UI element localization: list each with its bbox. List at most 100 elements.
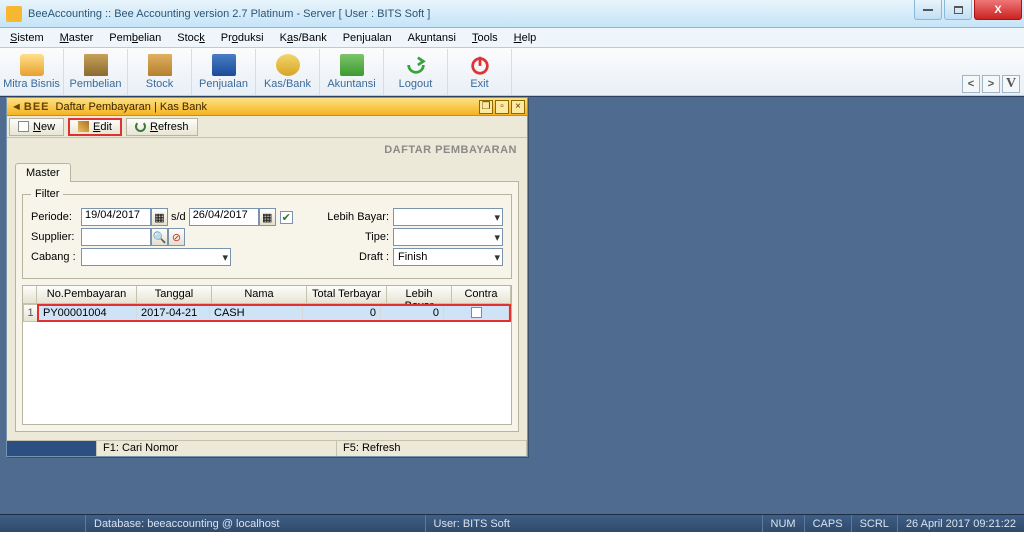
filter-legend: Filter	[31, 188, 63, 200]
row-index: 1	[23, 304, 37, 322]
cell-contra	[444, 306, 509, 320]
grid-corner	[23, 286, 37, 304]
mdi-workspace: ◄ BEE Daftar Pembayaran | Kas Bank ❐ ▫ ×…	[0, 96, 1024, 532]
tool-pembelian[interactable]: Pembelian	[64, 49, 128, 95]
periode-from-calendar-button[interactable]: ▦	[151, 208, 168, 226]
calendar-icon: ▦	[262, 211, 272, 224]
bag-icon	[212, 54, 236, 76]
col-total-terbayar[interactable]: Total Terbayar	[307, 286, 387, 304]
menu-penjualan[interactable]: Penjualan	[335, 30, 400, 46]
status-spacer	[0, 515, 85, 532]
minimize-button[interactable]	[914, 0, 942, 20]
box-icon	[84, 54, 108, 76]
main-toolbar: Mitra Bisnis Pembelian Stock Penjualan K…	[0, 48, 1024, 96]
tool-kasbank[interactable]: Kas/Bank	[256, 49, 320, 95]
nav-prev-button[interactable]: <	[962, 75, 980, 93]
subwindow-statusbar: F1: Cari Nomor F5: Refresh	[7, 440, 527, 456]
tool-exit[interactable]: Exit	[448, 49, 512, 95]
col-nama[interactable]: Nama	[212, 286, 307, 304]
supplier-search-button[interactable]: 🔍	[151, 228, 168, 246]
view-toggle-button[interactable]: V	[1002, 75, 1020, 93]
menu-stock[interactable]: Stock	[169, 30, 213, 46]
cancel-icon: ⊘	[172, 231, 181, 244]
window-titlebar: BeeAccounting :: Bee Accounting version …	[0, 0, 1024, 28]
checkbox-icon	[471, 307, 482, 318]
lebih-bayar-select[interactable]	[393, 208, 503, 226]
status-seg-blue	[7, 441, 97, 456]
pencil-icon	[78, 121, 89, 132]
cell-lebih: 0	[381, 306, 444, 320]
table-row[interactable]: 1 PY00001004 2017-04-21 CASH 0 0	[23, 304, 511, 322]
checkbox-icon	[18, 121, 29, 132]
menu-produksi[interactable]: Produksi	[213, 30, 272, 46]
periode-to-calendar-button[interactable]: ▦	[259, 208, 276, 226]
new-button[interactable]: New	[9, 118, 64, 136]
periode-from-input[interactable]: 19/04/2017	[81, 208, 151, 226]
col-lebih-bayar[interactable]: Lebih Bayar	[387, 286, 452, 304]
col-tanggal[interactable]: Tanggal	[137, 286, 212, 304]
daftar-pembayaran-window: ◄ BEE Daftar Pembayaran | Kas Bank ❐ ▫ ×…	[6, 97, 528, 457]
calendar-icon: ▦	[154, 211, 164, 224]
search-icon: 🔍	[153, 231, 167, 244]
main-statusbar: Database: beeaccounting @ localhost User…	[0, 514, 1024, 532]
supplier-clear-button[interactable]: ⊘	[168, 228, 185, 246]
tab-panel: Filter Periode: 19/04/2017 ▦ s/d 26/04/2…	[15, 181, 519, 432]
cabang-label: Cabang :	[31, 251, 81, 263]
tool-akuntansi[interactable]: Akuntansi	[320, 49, 384, 95]
filter-fieldset: Filter Periode: 19/04/2017 ▦ s/d 26/04/2…	[22, 188, 512, 279]
chart-icon	[340, 54, 364, 76]
nav-next-button[interactable]: >	[982, 75, 1000, 93]
menu-kasbank[interactable]: Kas/Bank	[272, 30, 335, 46]
handshake-icon	[20, 54, 44, 76]
periode-label: Periode:	[31, 211, 81, 223]
col-contra[interactable]: Contra	[452, 286, 511, 304]
col-no-pembayaran[interactable]: No.Pembayaran	[37, 286, 137, 304]
window-title: BeeAccounting :: Bee Accounting version …	[28, 8, 430, 20]
cell-tanggal: 2017-04-21	[137, 306, 210, 320]
menu-pembelian[interactable]: Pembelian	[101, 30, 169, 46]
supplier-input[interactable]	[81, 228, 151, 246]
subwindow-title: Daftar Pembayaran | Kas Bank	[56, 101, 207, 113]
subwindow-titlebar[interactable]: ◄ BEE Daftar Pembayaran | Kas Bank ❐ ▫ ×	[7, 98, 527, 116]
periode-checkbox[interactable]: ✔	[280, 211, 293, 224]
sub-close-button[interactable]: ×	[511, 100, 525, 114]
tipe-label: Tipe:	[324, 231, 389, 243]
sub-max-button[interactable]: ▫	[495, 100, 509, 114]
refresh-icon	[135, 121, 146, 132]
periode-to-input[interactable]: 26/04/2017	[189, 208, 259, 226]
menubar: Sistem Master Pembelian Stock Produksi K…	[0, 28, 1024, 48]
coins-icon	[276, 54, 300, 76]
back-icon[interactable]: ◄	[11, 101, 22, 113]
tool-mitra-bisnis[interactable]: Mitra Bisnis	[0, 49, 64, 95]
tool-logout[interactable]: Logout	[384, 49, 448, 95]
menu-sistem[interactable]: Sistem	[2, 30, 52, 46]
status-num: NUM	[762, 515, 804, 532]
draft-label: Draft :	[324, 251, 389, 263]
draft-select[interactable]: Finish	[393, 248, 503, 266]
menu-master[interactable]: Master	[52, 30, 102, 46]
power-icon	[468, 54, 492, 76]
edit-button[interactable]: Edit	[68, 118, 122, 136]
periode-separator: s/d	[171, 211, 186, 223]
menu-tools[interactable]: Tools	[464, 30, 506, 46]
close-button[interactable]: X	[974, 0, 1022, 20]
tipe-select[interactable]	[393, 228, 503, 246]
cell-nama: CASH	[210, 306, 303, 320]
tool-stock[interactable]: Stock	[128, 49, 192, 95]
cell-no: PY00001004	[39, 306, 137, 320]
sub-restore-button[interactable]: ❐	[479, 100, 493, 114]
menu-akuntansi[interactable]: Akuntansi	[400, 30, 464, 46]
hint-f5: F5: Refresh	[337, 441, 527, 456]
status-scrl: SCRL	[851, 515, 897, 532]
tool-penjualan[interactable]: Penjualan	[192, 49, 256, 95]
tab-master[interactable]: Master	[15, 163, 71, 182]
status-datetime: 26 April 2017 09:21:22	[897, 515, 1024, 532]
app-icon	[6, 6, 22, 22]
refresh-button[interactable]: Refresh	[126, 118, 198, 136]
menu-help[interactable]: Help	[506, 30, 545, 46]
payment-grid: No.Pembayaran Tanggal Nama Total Terbaya…	[22, 285, 512, 425]
cabang-select[interactable]	[81, 248, 231, 266]
maximize-button[interactable]	[944, 0, 972, 20]
status-caps: CAPS	[804, 515, 851, 532]
logout-icon	[404, 54, 428, 76]
